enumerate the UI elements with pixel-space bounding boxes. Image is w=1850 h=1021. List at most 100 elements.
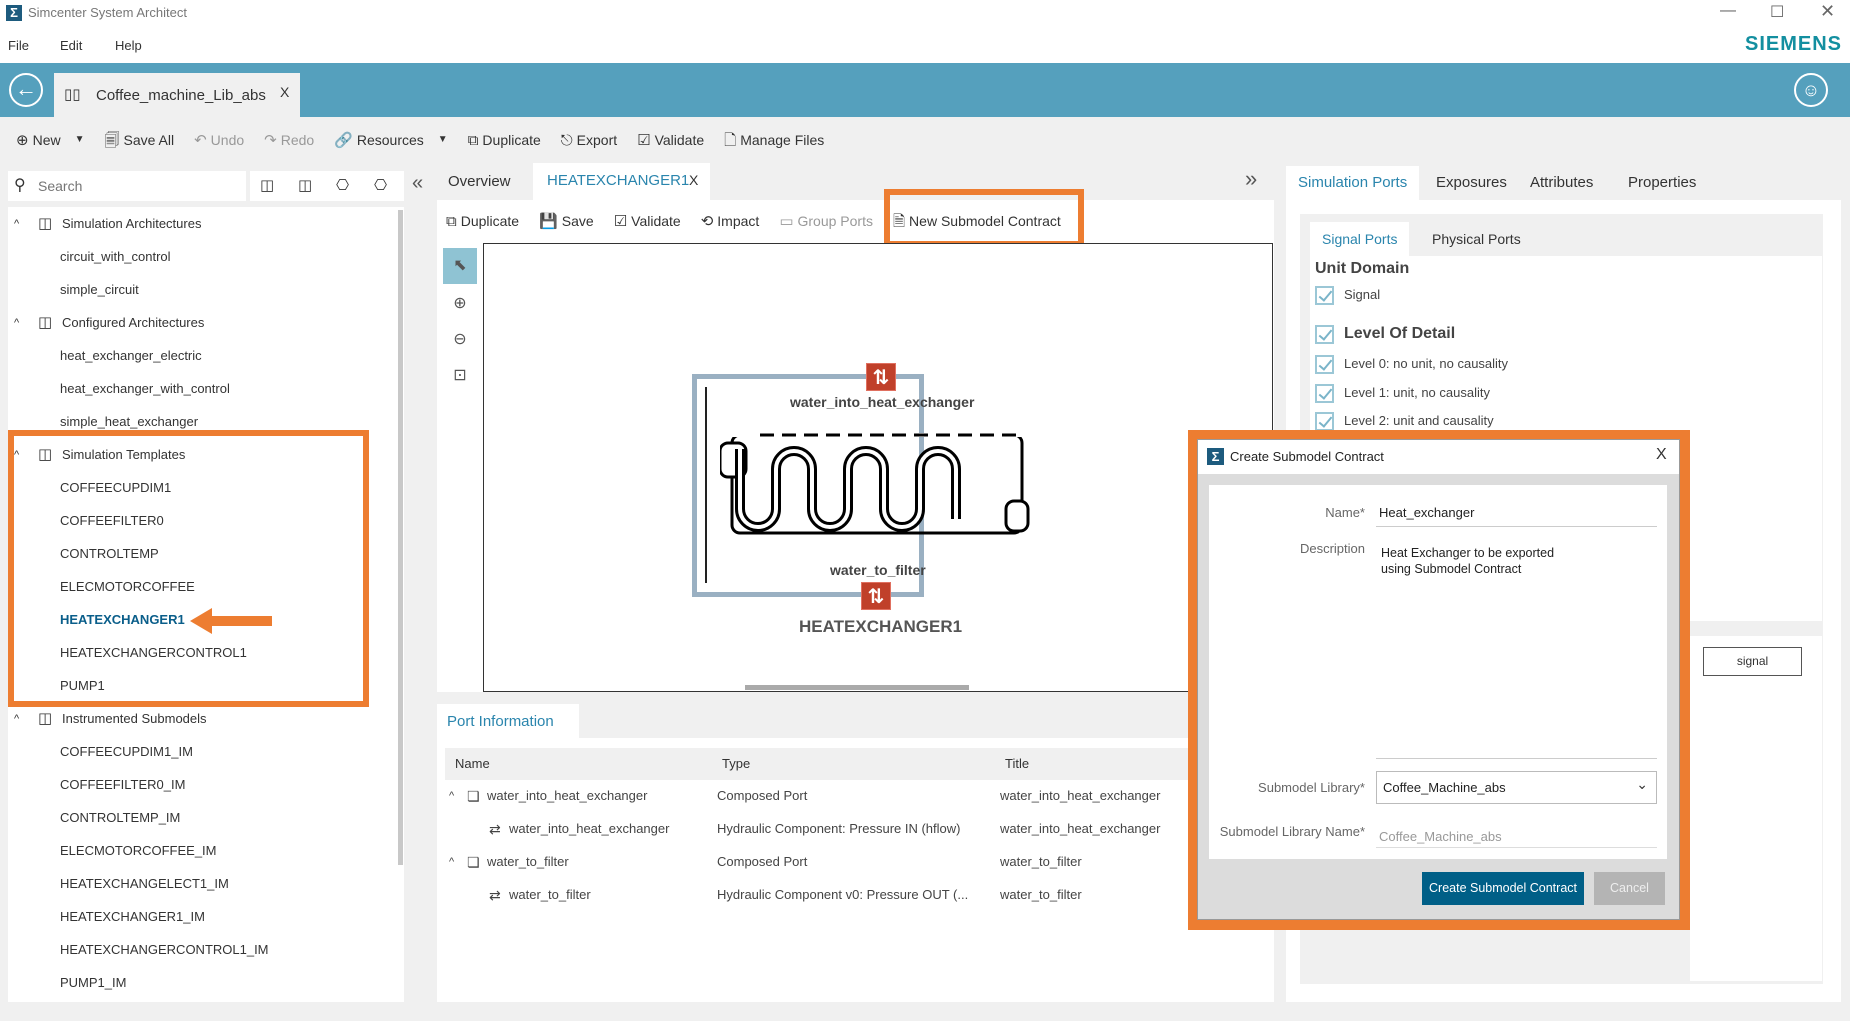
level-of-detail-checkbox[interactable] bbox=[1315, 325, 1334, 345]
architecture-filter-icon[interactable]: ◫ bbox=[260, 176, 274, 194]
collapse-chevron-icon[interactable]: ^ bbox=[14, 209, 19, 239]
editor-tab-overview[interactable]: Overview bbox=[448, 172, 511, 192]
select-tool-icon[interactable]: ⬉ bbox=[443, 248, 477, 284]
level-0-checkbox[interactable] bbox=[1315, 355, 1334, 374]
bottom-port-icon[interactable]: ⇅ bbox=[861, 582, 891, 610]
back-button[interactable]: ← bbox=[9, 73, 43, 107]
submodel-filter-icon[interactable]: ⎔ bbox=[374, 176, 387, 194]
zoom-in-icon[interactable]: ⊕ bbox=[443, 286, 477, 322]
right-tab[interactable]: Simulation Ports bbox=[1286, 166, 1420, 200]
submodel-library-select[interactable]: Coffee_Machine_abs ⌄ bbox=[1376, 771, 1657, 804]
save-all-button[interactable]: 🗐 Save All bbox=[105, 132, 175, 148]
tree-item[interactable]: ELECMOTORCOFFEE_IM bbox=[60, 836, 217, 866]
port-row[interactable]: ⇄ water_into_heat_exchanger Hydraulic Comp… bbox=[445, 813, 1165, 845]
menu-file[interactable]: File bbox=[8, 38, 29, 53]
port-information-tab[interactable]: Port Information bbox=[437, 704, 579, 738]
port-row[interactable]: ⇄ water_to_filter Hydraulic Component v0: … bbox=[445, 879, 1165, 911]
search-box[interactable]: ⚲ bbox=[8, 171, 246, 201]
tree-item[interactable]: heat_exchanger_electric bbox=[60, 341, 202, 371]
tree-item[interactable]: COFFEEFILTER0_IM bbox=[60, 770, 185, 800]
tree-item[interactable]: HEATEXCHANGERCONTROL1_IM bbox=[60, 935, 269, 965]
new-button[interactable]: ⊕ New ▼ bbox=[16, 132, 85, 148]
menu-edit[interactable]: Edit bbox=[60, 38, 82, 53]
configured-filter-icon[interactable]: ◫ bbox=[298, 176, 312, 194]
dropdown-arrow-icon[interactable]: ▼ bbox=[438, 135, 448, 145]
resources-button[interactable]: 🔗 Resources ▼ bbox=[334, 132, 448, 148]
expand-right-panel-icon[interactable]: » bbox=[1245, 166, 1257, 192]
right-subtab[interactable]: Physical Ports bbox=[1420, 222, 1533, 256]
column-title[interactable]: Title bbox=[1005, 748, 1029, 780]
column-name[interactable]: Name bbox=[455, 748, 490, 780]
submodel-library-name-input[interactable]: Coffee_Machine_abs bbox=[1376, 818, 1657, 848]
validate-button[interactable]: ☑ Validate bbox=[637, 132, 704, 148]
dialog-close-button[interactable]: X bbox=[1656, 446, 1667, 464]
dropdown-arrow-icon[interactable]: ▼ bbox=[75, 135, 85, 145]
redo-button[interactable]: ↷ Redo bbox=[264, 132, 314, 148]
tree-item[interactable]: HEATEXCHANGELECT1_IM bbox=[60, 869, 229, 899]
column-type[interactable]: Type bbox=[722, 748, 750, 780]
signal-button[interactable]: signal bbox=[1703, 647, 1802, 676]
tree-item[interactable]: CONTROLTEMP_IM bbox=[60, 803, 180, 833]
close-window-button[interactable]: ✕ bbox=[1820, 1, 1835, 22]
collapse-chevron-icon[interactable]: ^ bbox=[449, 846, 454, 878]
undo-button[interactable]: ↶ Undo bbox=[194, 132, 244, 148]
editor-impact-button[interactable]: ⟲ Impact bbox=[701, 210, 760, 232]
export-button[interactable]: ⎋ Export bbox=[561, 132, 617, 148]
level-1-checkbox[interactable] bbox=[1315, 384, 1334, 403]
right-tab[interactable]: Attributes bbox=[1518, 166, 1605, 200]
tree-item[interactable]: circuit_with_control bbox=[60, 242, 171, 272]
minimize-button[interactable]: — bbox=[1720, 2, 1736, 20]
search-input[interactable] bbox=[38, 175, 238, 197]
level-0-row[interactable]: Level 0: no unit, no causality bbox=[1315, 355, 1508, 374]
zoom-fit-icon[interactable]: ⊡ bbox=[443, 358, 477, 394]
project-tab[interactable]: ▯▯ Coffee_machine_Lib_abs X bbox=[54, 73, 300, 117]
search-icon: ⚲ bbox=[14, 177, 26, 194]
tree-item[interactable]: heat_exchanger_with_control bbox=[60, 374, 230, 404]
tree-group-label: Configured Architectures bbox=[62, 315, 205, 330]
name-input[interactable]: Heat_exchanger bbox=[1376, 499, 1657, 527]
diagram-canvas[interactable]: ⇅ water_into_heat_exchanger water_to_fil… bbox=[483, 243, 1273, 692]
tree-item[interactable]: COFFEECUPDIM1_IM bbox=[60, 737, 193, 767]
maximize-button[interactable]: ☐ bbox=[1770, 2, 1784, 22]
level-2-checkbox[interactable] bbox=[1315, 412, 1334, 431]
right-tab[interactable]: Exposures bbox=[1424, 166, 1519, 200]
editor-validate-button[interactable]: ☑ Validate bbox=[614, 210, 681, 232]
template-filter-icon[interactable]: ⎔ bbox=[336, 176, 349, 194]
editor-group-ports-button[interactable]: ▭ Group Ports bbox=[779, 210, 873, 232]
close-project-tab-button[interactable]: X bbox=[280, 84, 289, 100]
collapse-chevron-icon[interactable]: ^ bbox=[14, 704, 19, 734]
right-tab[interactable]: Properties bbox=[1616, 166, 1708, 200]
description-input[interactable]: Heat Exchanger to be exported using Subm… bbox=[1376, 537, 1657, 759]
tree-scrollbar[interactable] bbox=[398, 210, 403, 865]
tree-item[interactable]: PUMP1_IM bbox=[60, 968, 126, 998]
top-port-icon[interactable]: ⇅ bbox=[866, 363, 896, 391]
right-subtab[interactable]: Signal Ports bbox=[1310, 222, 1410, 256]
tree-item[interactable]: simple_circuit bbox=[60, 275, 139, 305]
create-submodel-contract-button[interactable]: Create Submodel Contract bbox=[1422, 872, 1584, 905]
collapse-panel-icon[interactable]: « bbox=[412, 172, 423, 195]
menu-help[interactable]: Help bbox=[115, 38, 142, 53]
siemens-logo: SIEMENS bbox=[1745, 33, 1843, 55]
group-icon: ◫ bbox=[38, 710, 53, 727]
close-editor-tab-button[interactable]: X bbox=[689, 172, 698, 188]
collapse-chevron-icon[interactable]: ^ bbox=[14, 308, 19, 338]
level-of-detail-row[interactable]: Level Of Detail bbox=[1315, 325, 1455, 345]
port-row[interactable]: ^ ❏ water_to_filter Composed Port water_to_f… bbox=[445, 846, 1165, 878]
collapse-chevron-icon[interactable]: ^ bbox=[449, 780, 454, 812]
zoom-out-icon[interactable]: ⊖ bbox=[443, 322, 477, 358]
tree-item[interactable]: HEATEXCHANGER1_IM bbox=[60, 902, 205, 932]
user-account-icon[interactable]: ☺ bbox=[1794, 73, 1828, 107]
duplicate-button[interactable]: ⧉ Duplicate bbox=[468, 132, 541, 148]
editor-tab-heatexchanger1[interactable]: HEATEXCHANGER1 X bbox=[533, 163, 710, 200]
level-1-row[interactable]: Level 1: unit, no causality bbox=[1315, 384, 1490, 403]
signal-checkbox[interactable] bbox=[1315, 286, 1334, 305]
canvas-scrollbar[interactable] bbox=[745, 685, 969, 690]
cancel-button[interactable]: Cancel bbox=[1594, 872, 1665, 905]
level-2-row[interactable]: Level 2: unit and causality bbox=[1315, 412, 1494, 431]
port-row[interactable]: ^ ❏ water_into_heat_exchanger Composed Port… bbox=[445, 780, 1165, 812]
editor-save-button[interactable]: 💾 Save bbox=[539, 210, 594, 232]
validate-icon: ☑ bbox=[637, 131, 651, 149]
signal-checkbox-row[interactable]: Signal bbox=[1315, 286, 1380, 305]
editor-duplicate-button[interactable]: ⧉ Duplicate bbox=[446, 210, 519, 232]
manage-files-button[interactable]: 🗋 Manage Files bbox=[724, 132, 824, 148]
